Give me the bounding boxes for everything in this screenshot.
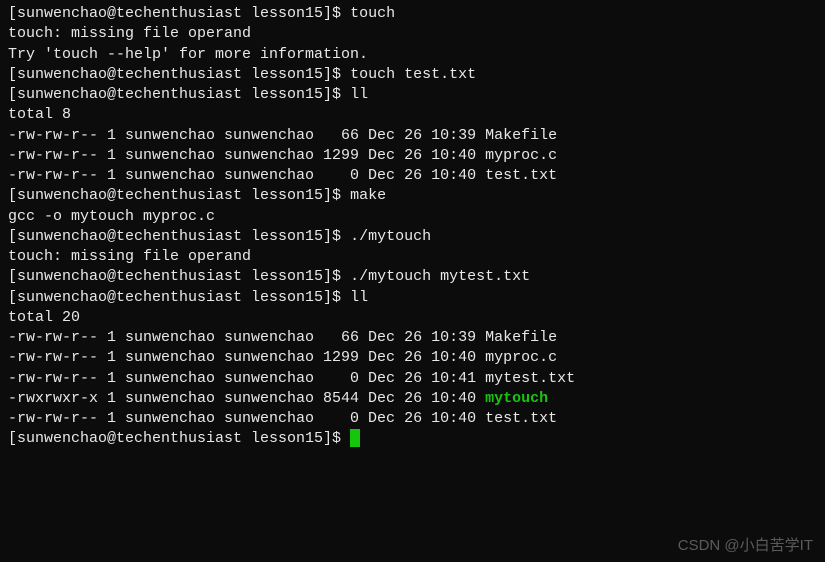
file-name: Makefile bbox=[485, 127, 557, 144]
terminal-line: -rw-rw-r-- 1 sunwenchao sunwenchao 66 De… bbox=[8, 126, 817, 146]
terminal-line: [sunwenchao@techenthusiast lesson15]$ ma… bbox=[8, 186, 817, 206]
terminal-line: [sunwenchao@techenthusiast lesson15]$ bbox=[8, 429, 817, 449]
output-text: touch: missing file operand bbox=[8, 248, 251, 265]
terminal-line: -rw-rw-r-- 1 sunwenchao sunwenchao 0 Dec… bbox=[8, 409, 817, 429]
terminal-line: -rw-rw-r-- 1 sunwenchao sunwenchao 1299 … bbox=[8, 146, 817, 166]
cursor bbox=[350, 429, 360, 447]
command-text: ./mytouch bbox=[350, 228, 431, 245]
shell-prompt: [sunwenchao@techenthusiast lesson15]$ bbox=[8, 228, 350, 245]
file-meta: -rwxrwxr-x 1 sunwenchao sunwenchao 8544 … bbox=[8, 390, 485, 407]
terminal-line: [sunwenchao@techenthusiast lesson15]$ ll bbox=[8, 288, 817, 308]
command-text: ll bbox=[350, 86, 368, 103]
file-meta: -rw-rw-r-- 1 sunwenchao sunwenchao 1299 … bbox=[8, 349, 485, 366]
terminal-line: -rw-rw-r-- 1 sunwenchao sunwenchao 0 Dec… bbox=[8, 369, 817, 389]
file-meta: -rw-rw-r-- 1 sunwenchao sunwenchao 0 Dec… bbox=[8, 167, 485, 184]
file-name: test.txt bbox=[485, 410, 557, 427]
terminal-line: -rw-rw-r-- 1 sunwenchao sunwenchao 1299 … bbox=[8, 348, 817, 368]
terminal-line: -rwxrwxr-x 1 sunwenchao sunwenchao 8544 … bbox=[8, 389, 817, 409]
terminal-line: gcc -o mytouch myproc.c bbox=[8, 207, 817, 227]
terminal-line: [sunwenchao@techenthusiast lesson15]$ ll bbox=[8, 85, 817, 105]
terminal-line: [sunwenchao@techenthusiast lesson15]$ ./… bbox=[8, 227, 817, 247]
command-text: touch bbox=[350, 5, 395, 22]
watermark: CSDN @小白苦学IT bbox=[678, 536, 813, 556]
file-name: Makefile bbox=[485, 329, 557, 346]
shell-prompt: [sunwenchao@techenthusiast lesson15]$ bbox=[8, 430, 350, 447]
shell-prompt: [sunwenchao@techenthusiast lesson15]$ bbox=[8, 86, 350, 103]
output-text: gcc -o mytouch myproc.c bbox=[8, 208, 215, 225]
output-text: total 20 bbox=[8, 309, 80, 326]
command-text: make bbox=[350, 187, 386, 204]
output-text: touch: missing file operand bbox=[8, 25, 251, 42]
file-name: mytest.txt bbox=[485, 370, 575, 387]
file-meta: -rw-rw-r-- 1 sunwenchao sunwenchao 66 De… bbox=[8, 127, 485, 144]
terminal-line: total 8 bbox=[8, 105, 817, 125]
terminal-output[interactable]: [sunwenchao@techenthusiast lesson15]$ to… bbox=[8, 4, 817, 450]
terminal-line: [sunwenchao@techenthusiast lesson15]$ ./… bbox=[8, 267, 817, 287]
terminal-line: [sunwenchao@techenthusiast lesson15]$ to… bbox=[8, 65, 817, 85]
terminal-line: touch: missing file operand bbox=[8, 247, 817, 267]
command-text: ll bbox=[350, 289, 368, 306]
file-name: mytouch bbox=[485, 390, 548, 407]
file-meta: -rw-rw-r-- 1 sunwenchao sunwenchao 0 Dec… bbox=[8, 410, 485, 427]
shell-prompt: [sunwenchao@techenthusiast lesson15]$ bbox=[8, 187, 350, 204]
shell-prompt: [sunwenchao@techenthusiast lesson15]$ bbox=[8, 289, 350, 306]
file-meta: -rw-rw-r-- 1 sunwenchao sunwenchao 1299 … bbox=[8, 147, 485, 164]
terminal-line: touch: missing file operand bbox=[8, 24, 817, 44]
file-meta: -rw-rw-r-- 1 sunwenchao sunwenchao 0 Dec… bbox=[8, 370, 485, 387]
terminal-line: -rw-rw-r-- 1 sunwenchao sunwenchao 66 De… bbox=[8, 328, 817, 348]
command-text: ./mytouch mytest.txt bbox=[350, 268, 530, 285]
shell-prompt: [sunwenchao@techenthusiast lesson15]$ bbox=[8, 268, 350, 285]
shell-prompt: [sunwenchao@techenthusiast lesson15]$ bbox=[8, 5, 350, 22]
file-name: test.txt bbox=[485, 167, 557, 184]
file-name: myproc.c bbox=[485, 147, 557, 164]
command-text: touch test.txt bbox=[350, 66, 476, 83]
terminal-line: total 20 bbox=[8, 308, 817, 328]
terminal-line: -rw-rw-r-- 1 sunwenchao sunwenchao 0 Dec… bbox=[8, 166, 817, 186]
output-text: Try 'touch --help' for more information. bbox=[8, 46, 368, 63]
terminal-line: [sunwenchao@techenthusiast lesson15]$ to… bbox=[8, 4, 817, 24]
shell-prompt: [sunwenchao@techenthusiast lesson15]$ bbox=[8, 66, 350, 83]
output-text: total 8 bbox=[8, 106, 71, 123]
terminal-line: Try 'touch --help' for more information. bbox=[8, 45, 817, 65]
file-meta: -rw-rw-r-- 1 sunwenchao sunwenchao 66 De… bbox=[8, 329, 485, 346]
file-name: myproc.c bbox=[485, 349, 557, 366]
